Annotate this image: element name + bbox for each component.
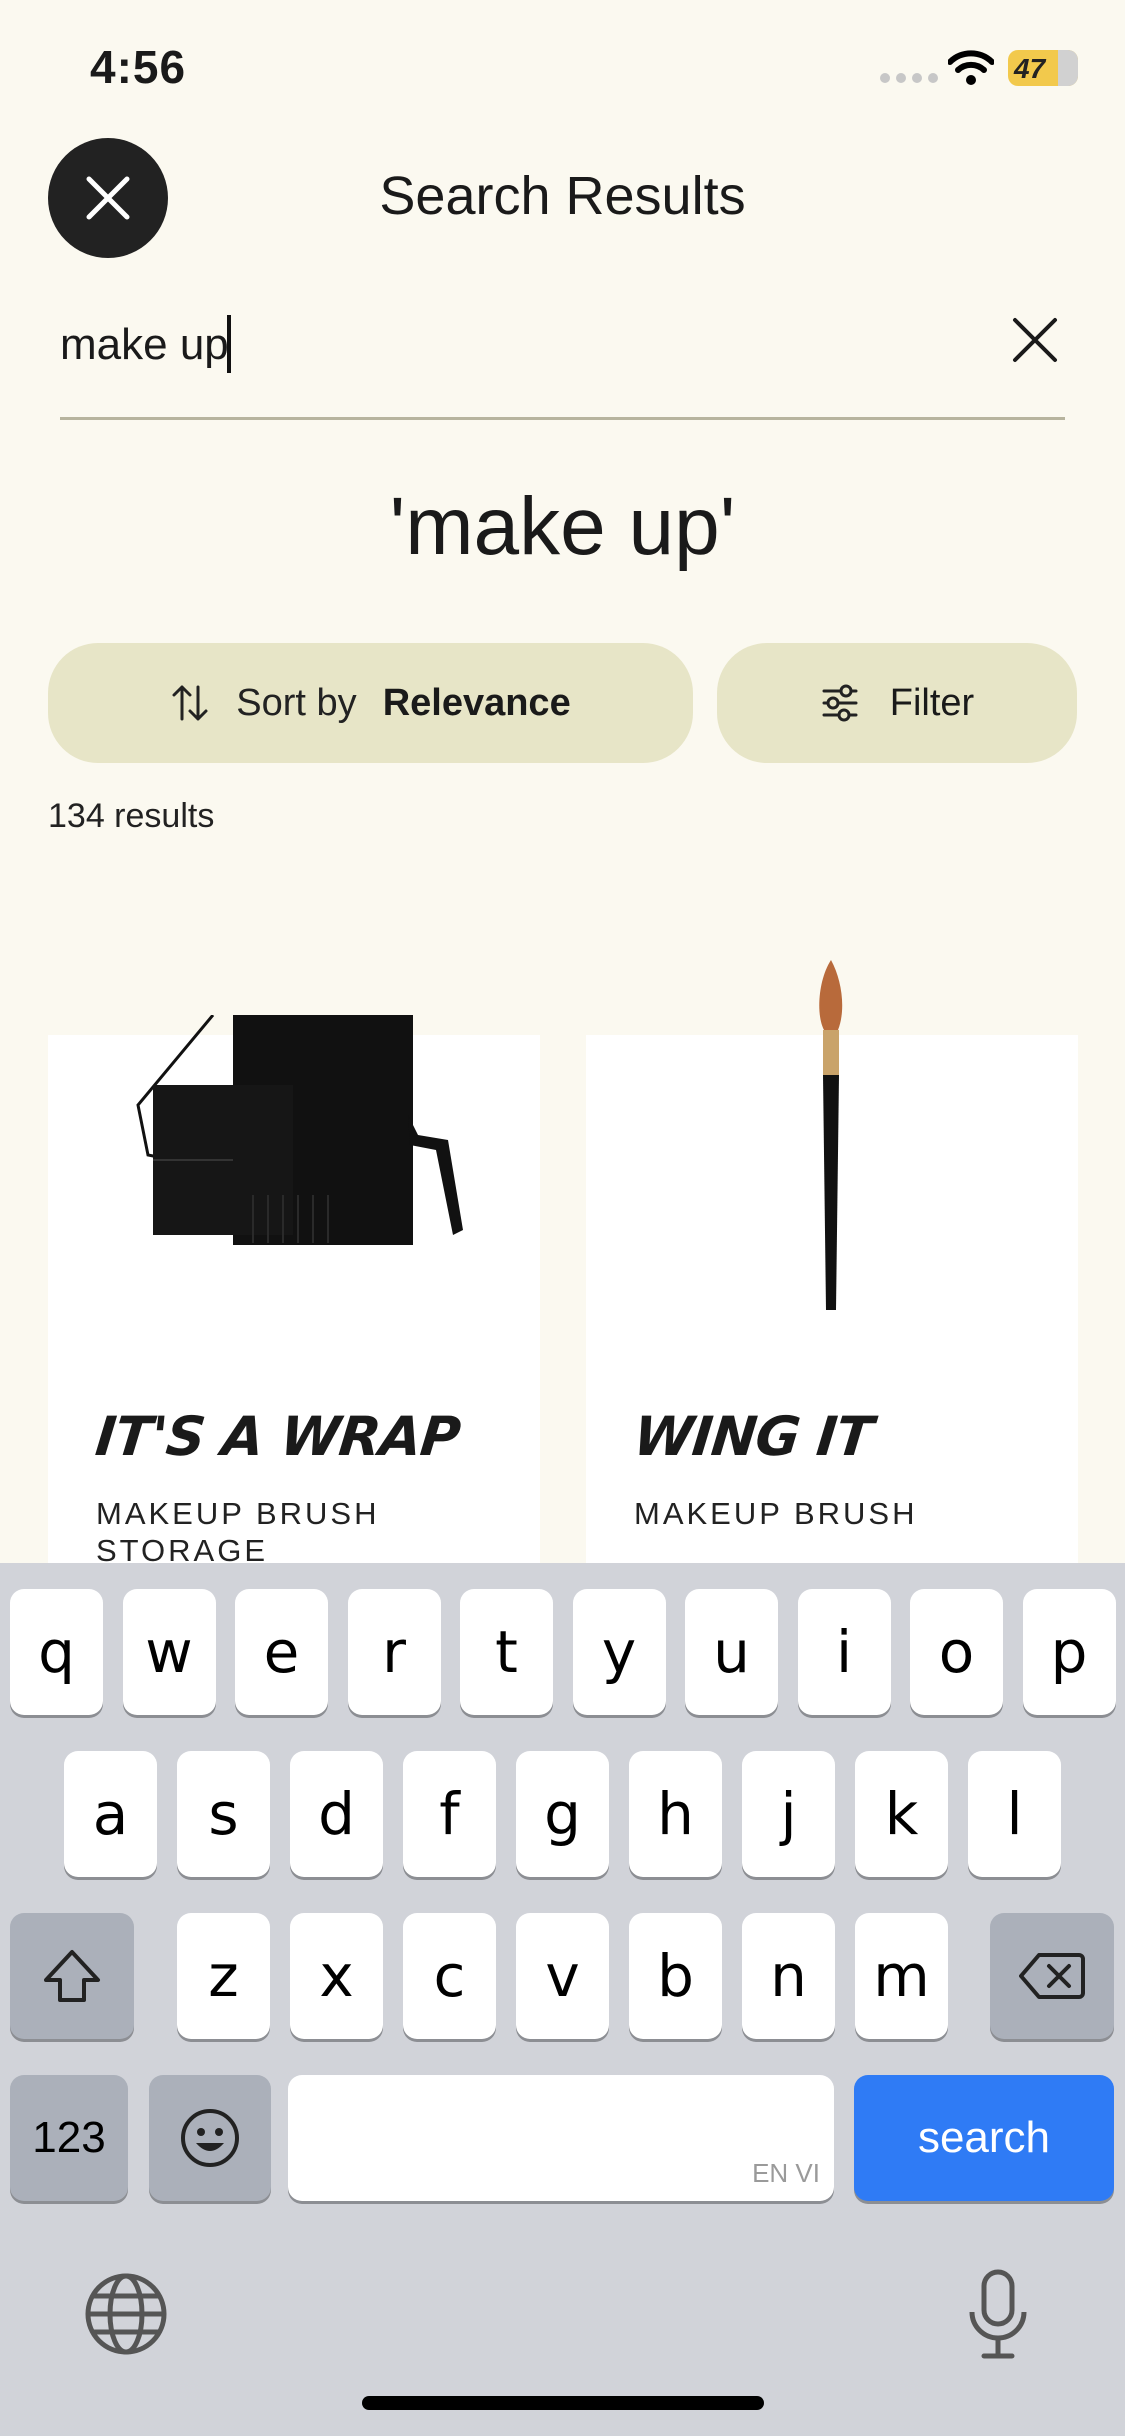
space-key[interactable]: EN VI [288, 2075, 834, 2201]
search-input[interactable] [60, 310, 960, 380]
key-t[interactable]: t [460, 1589, 553, 1715]
page-title: Search Results [379, 166, 746, 226]
search-key[interactable]: search [854, 2075, 1114, 2201]
sort-label: Sort by [236, 681, 357, 724]
results-count: 134 results [48, 797, 215, 835]
delete-key[interactable] [990, 1913, 1114, 2039]
battery-icon: 47 [1008, 50, 1078, 86]
backspace-icon [1019, 1953, 1085, 1999]
key-l[interactable]: l [968, 1751, 1061, 1877]
key-m[interactable]: m [855, 1913, 948, 2039]
key-b[interactable]: b [629, 1913, 722, 2039]
key-f[interactable]: f [403, 1751, 496, 1877]
numbers-key[interactable]: 123 [10, 2075, 128, 2201]
product-name: IT'S A WRAP [92, 1405, 463, 1468]
keyboard-language-hint: EN VI [752, 2158, 820, 2188]
key-z[interactable]: z [177, 1913, 270, 2039]
key-g[interactable]: g [516, 1751, 609, 1877]
key-j[interactable]: j [742, 1751, 835, 1877]
close-icon [1013, 318, 1057, 362]
key-s[interactable]: s [177, 1751, 270, 1877]
clear-search-button[interactable] [1005, 310, 1065, 370]
wifi-icon [948, 50, 994, 85]
filter-button[interactable]: Filter [717, 643, 1077, 763]
home-indicator [362, 2396, 764, 2410]
shift-key[interactable] [10, 1913, 134, 2039]
product-type: MAKEUP BRUSH STORAGE [96, 1496, 380, 1568]
key-n[interactable]: n [742, 1913, 835, 2039]
key-u[interactable]: u [685, 1589, 778, 1715]
product-type: MAKEUP BRUSH [634, 1496, 918, 1531]
product-card[interactable]: WING IT MAKEUP BRUSH [586, 960, 1078, 1565]
sort-button[interactable]: Sort by Relevance [48, 643, 693, 763]
sort-value: Relevance [382, 681, 571, 724]
key-h[interactable]: h [629, 1751, 722, 1877]
globe-icon[interactable] [82, 2270, 170, 2358]
query-heading: 'make up' [389, 481, 736, 572]
key-i[interactable]: i [797, 1589, 891, 1715]
brush-roll-image [136, 1015, 463, 1245]
key-w[interactable]: w [122, 1589, 216, 1715]
sliders-icon [822, 684, 858, 722]
text-caret [227, 315, 231, 373]
key-d[interactable]: d [290, 1751, 383, 1877]
key-q[interactable]: q [10, 1589, 103, 1715]
product-card[interactable]: IT'S A WRAP MAKEUP BRUSH STORAGE [48, 1015, 540, 1568]
key-r[interactable]: r [347, 1589, 441, 1715]
key-c[interactable]: c [403, 1913, 496, 2039]
shift-icon [44, 1950, 100, 2002]
key-x[interactable]: x [290, 1913, 383, 2039]
cellular-signal-icon [880, 73, 938, 83]
battery-level: 47 [1014, 53, 1046, 84]
key-v[interactable]: v [516, 1913, 609, 2039]
key-y[interactable]: y [572, 1589, 666, 1715]
search-bar [60, 300, 1065, 420]
filter-label: Filter [889, 681, 975, 724]
status-bar: 4:56 47 [0, 0, 1125, 130]
microphone-icon[interactable] [964, 2268, 1032, 2360]
key-a[interactable]: a [64, 1751, 157, 1877]
key-k[interactable]: k [855, 1751, 948, 1877]
sort-arrows-icon [172, 685, 208, 721]
emoji-icon [181, 2109, 239, 2167]
status-time: 4:56 [90, 41, 187, 93]
makeup-brush-image [819, 960, 843, 1310]
key-e[interactable]: e [235, 1589, 328, 1715]
key-o[interactable]: o [910, 1589, 1003, 1715]
product-name: WING IT [630, 1405, 876, 1468]
emoji-key[interactable] [149, 2075, 271, 2201]
key-p[interactable]: p [1022, 1589, 1116, 1715]
